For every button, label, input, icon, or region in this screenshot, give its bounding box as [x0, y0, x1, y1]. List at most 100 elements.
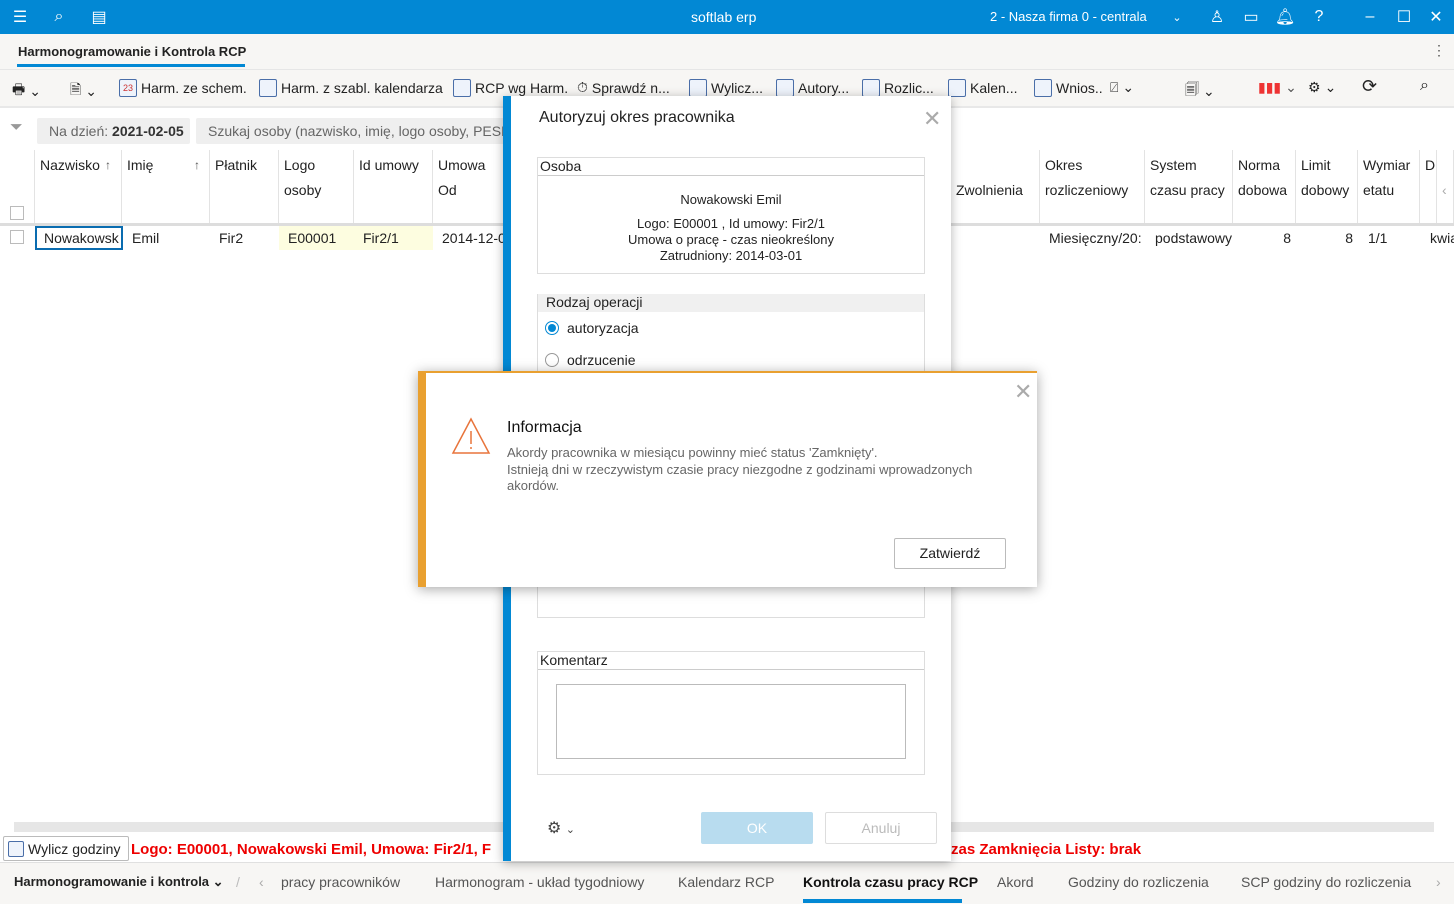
person-employed: Zatrudniony: 2014-03-01 [659, 248, 803, 263]
calendar-icon: 23 [119, 79, 137, 97]
toolbar-report-button[interactable]: 🗐︎ ⌄ [1185, 79, 1215, 103]
bottom-tab[interactable]: Godziny do rozliczenia [1068, 874, 1209, 890]
toolbar-rozlicz[interactable]: Rozlic... [862, 79, 934, 97]
date-filter[interactable]: Na dzień: 2021-02-05 [37, 118, 190, 144]
radio-odrzucenie[interactable]: odrzucenie [545, 352, 636, 368]
col-wymiar[interactable]: Wymiar etatu [1358, 150, 1420, 224]
tab-harmonogramowanie[interactable]: Harmonogramowanie i Kontrola RCP [18, 44, 246, 59]
info-dialog: ✕ Informacja Akordy pracownika w miesiąc… [418, 371, 1037, 587]
print-button[interactable]: 🖶︎ ⌄ [12, 79, 41, 103]
more-icon[interactable]: ⋮ [1432, 42, 1446, 59]
toolbar-harm-schem[interactable]: 23 Harm. ze schem. [119, 79, 247, 97]
col-zwolnienia[interactable]: Zwolnienia [951, 150, 1040, 224]
close-icon[interactable]: ✕ [1426, 6, 1446, 28]
label: Zwolnienia [956, 182, 1023, 198]
cell-wymiar[interactable]: 1/1 [1363, 226, 1413, 250]
app-title: softlab erp [691, 9, 757, 25]
refresh-icon[interactable]: ⟳ [1362, 76, 1377, 97]
col-umowa-od[interactable]: Umowa Od [433, 150, 513, 224]
settings-gear-icon[interactable]: ⚙︎ ⌄ [547, 818, 575, 838]
clock-doc-icon [689, 79, 707, 97]
toolbar-chart-button[interactable]: ▮▮▮ ⌄ [1258, 79, 1297, 96]
toolbar-kalendarz[interactable]: Kalen... [948, 79, 1017, 97]
cell-id-umowy[interactable]: Fir2/1 [354, 226, 433, 250]
col-system[interactable]: System czasu pracy [1145, 150, 1233, 224]
label: Harm. ze schem. [141, 80, 247, 96]
toolbar-wnioski[interactable]: Wnios.. [1034, 79, 1103, 97]
wylicz-godziny-button[interactable]: Wylicz godziny [3, 836, 129, 861]
col-norma[interactable]: Norma dobowa [1233, 150, 1296, 224]
scroll-tabs-right-icon[interactable]: › [1436, 874, 1441, 890]
toolbar-autoryzuj[interactable]: Autory... [776, 79, 849, 97]
col-logo[interactable]: Logo osoby [279, 150, 354, 224]
company-selector[interactable]: 2 - Nasza firma 0 - centrala [990, 9, 1147, 24]
cell-od[interactable]: 2014-12-0 [437, 226, 507, 250]
minimize-icon[interactable]: – [1360, 6, 1380, 28]
cancel-button[interactable]: Anuluj [825, 812, 937, 844]
ok-button[interactable]: OK [701, 812, 813, 844]
toolbar-settings-button[interactable]: ⚙︎ ⌄ [1308, 79, 1336, 96]
cell-system[interactable]: podstawowy [1150, 226, 1232, 250]
active-tab-indicator [803, 899, 962, 903]
col-imie[interactable]: Imię ↑ [122, 150, 210, 224]
window-list-icon[interactable]: ▤ [88, 6, 110, 28]
label: Harm. z szabl. kalendarza [281, 80, 443, 96]
bottom-tab[interactable]: Kalendarz RCP [678, 874, 775, 890]
message-line: Akordy pracownika w miesiącu powinny mie… [507, 445, 878, 460]
col-id-umowy[interactable]: Id umowy [354, 150, 433, 224]
col-platnik[interactable]: Płatnik [210, 150, 279, 224]
doc-check-icon [776, 79, 794, 97]
close-icon[interactable]: ✕ [1014, 379, 1032, 405]
close-icon[interactable]: ✕ [923, 106, 941, 132]
scroll-left-icon[interactable]: ‹ [1437, 150, 1454, 224]
search-icon[interactable]: ⌕ [48, 6, 70, 28]
bottom-tab[interactable]: Akord [997, 874, 1034, 890]
col-d[interactable]: D: [1420, 150, 1437, 224]
bottom-tab-active[interactable]: Kontrola czasu pracy RCP [803, 874, 978, 890]
report-icon: 🗐︎ [1185, 81, 1199, 97]
user-icon[interactable]: ♙ [1207, 6, 1227, 28]
search-panel-icon[interactable]: ⌕ [1420, 77, 1429, 95]
chat-icon[interactable]: ▭ [1241, 6, 1261, 28]
cell-imie[interactable]: Emil [127, 226, 207, 250]
cell-d[interactable]: kwia [1425, 226, 1454, 250]
search-input[interactable]: Szukaj osoby (nazwisko, imię, logo osoby… [196, 118, 516, 144]
help-icon[interactable]: ? [1309, 6, 1329, 28]
toolbar-clear-button[interactable]: ⍁ ⌄ [1110, 79, 1134, 96]
label: Nazwisko [40, 157, 100, 173]
filter-icon[interactable]: ⏷ [10, 119, 23, 137]
cell-norma[interactable]: 8 [1233, 226, 1296, 250]
col-okres[interactable]: Okres rozliczeniowy [1040, 150, 1145, 224]
group-label: Komentarz [538, 652, 924, 670]
maximize-icon[interactable]: ☐ [1394, 6, 1414, 28]
toolbar-wylicz[interactable]: Wylicz... [689, 79, 763, 97]
label: Rozlic... [884, 80, 934, 96]
confirm-button[interactable]: Zatwierdź [894, 538, 1006, 569]
row-checkbox[interactable] [10, 230, 24, 244]
comment-input[interactable] [556, 684, 906, 759]
radio-autoryzacja[interactable]: autoryzacja [545, 320, 639, 336]
group-label: Osoba [538, 158, 924, 176]
toolbar-rcp-harm[interactable]: RCP wg Harm. [453, 79, 568, 97]
select-all-checkbox[interactable] [10, 206, 24, 220]
export-button[interactable]: 🗎︎ ⌄ [70, 79, 97, 103]
bell-icon[interactable]: 🔔︎ [1275, 6, 1295, 28]
toolbar-harm-szabl[interactable]: Harm. z szabl. kalendarza [259, 79, 443, 97]
bottom-tab[interactable]: pracy pracowników [281, 874, 400, 890]
cell-logo[interactable]: E00001 [279, 226, 354, 250]
scroll-tabs-left-icon[interactable]: ‹ [259, 874, 264, 890]
status-text-right: zas Zamknięcia Listy: brak [951, 841, 1142, 858]
bottom-tab[interactable]: SCP godziny do rozliczenia [1241, 874, 1411, 890]
cell-okres[interactable]: Miesięczny/20: [1044, 226, 1142, 250]
cell-nazwisko[interactable]: Nowakowsk [35, 226, 123, 250]
col-nazwisko[interactable]: Nazwisko ↑ [35, 150, 122, 224]
cell-platnik[interactable]: Fir2 [214, 226, 279, 250]
col-limit[interactable]: Limit dobowy [1296, 150, 1358, 224]
label: Wymiar [1363, 157, 1411, 173]
chevron-down-icon[interactable]: ⌄ [1168, 7, 1186, 27]
cell-limit[interactable]: 8 [1296, 226, 1358, 250]
toolbar-sprawdz[interactable]: ⏱︎ Sprawdź n... [577, 79, 670, 96]
module-selector[interactable]: Harmonogramowanie i kontrola ⌄ [14, 874, 224, 890]
bottom-tab[interactable]: Harmonogram - układ tygodniowy [435, 874, 644, 890]
menu-icon[interactable]: ☰ [8, 6, 32, 28]
